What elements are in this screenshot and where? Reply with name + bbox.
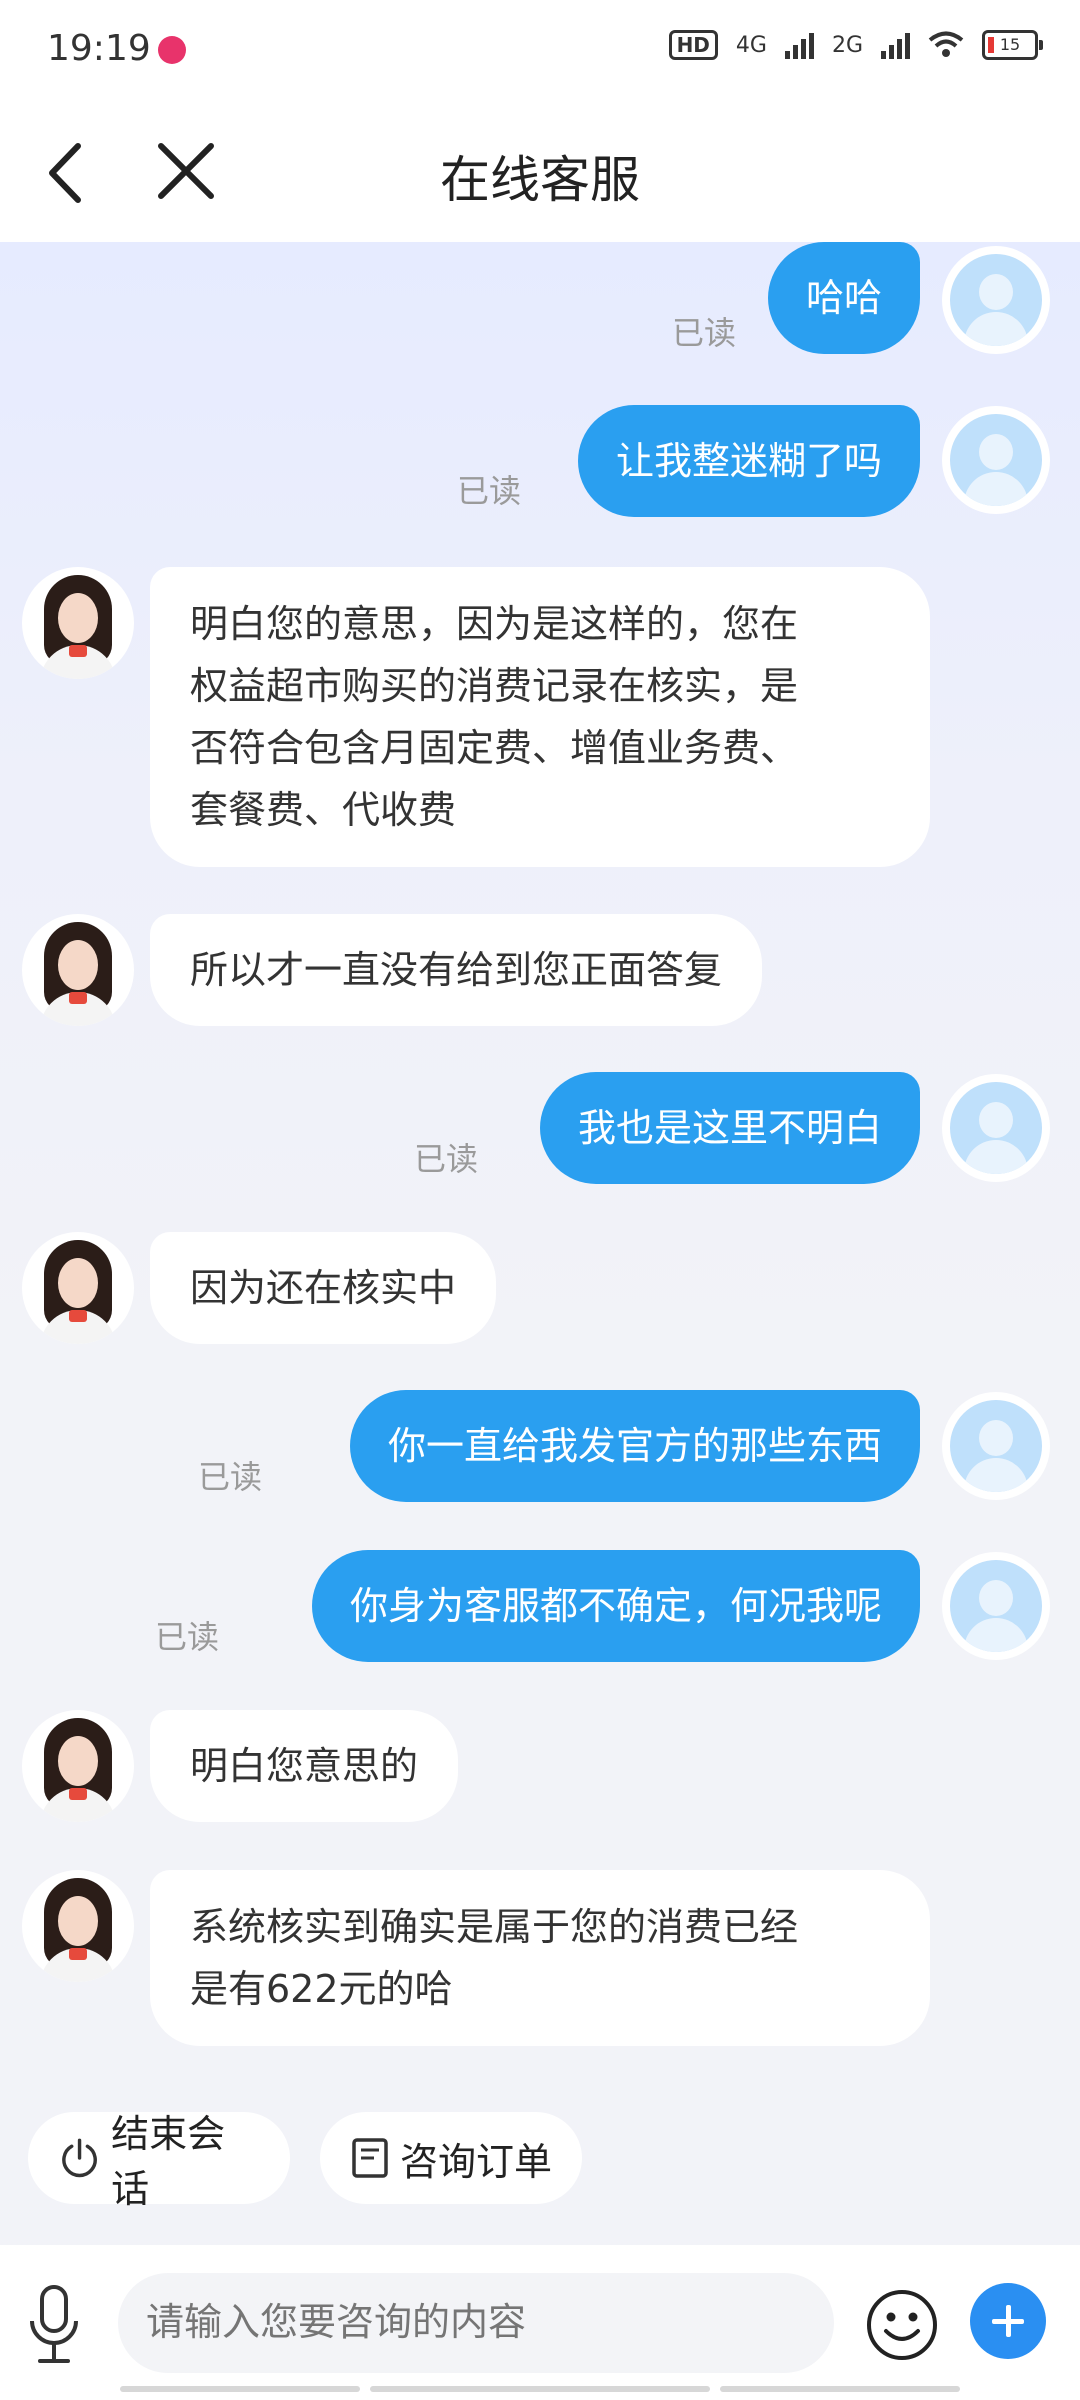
user-avatar[interactable] bbox=[942, 246, 1050, 354]
agent-avatar[interactable] bbox=[22, 1870, 134, 1982]
agent-message-bubble[interactable]: 明白您意思的 bbox=[150, 1710, 459, 1822]
microphone-icon[interactable] bbox=[24, 2283, 84, 2367]
page-title: 在线客服 bbox=[440, 151, 640, 209]
user-message-bubble[interactable]: 让我整迷糊了吗 bbox=[577, 405, 920, 517]
order-inquiry-button[interactable]: 咨询订单 bbox=[320, 2112, 582, 2204]
battery-level: 15 bbox=[999, 35, 1021, 54]
order-inquiry-label: 咨询订单 bbox=[400, 2139, 553, 2184]
user-message-bubble[interactable]: 你一直给我发官方的那些东西 bbox=[349, 1390, 920, 1502]
end-session-label: 结束会话 bbox=[111, 2112, 226, 2211]
user-message-bubble[interactable]: 哈哈 bbox=[767, 242, 920, 354]
end-session-button[interactable]: 结束会话 bbox=[28, 2112, 290, 2211]
network-2g-label: 2G bbox=[831, 32, 863, 58]
wifi-icon bbox=[928, 31, 964, 57]
nav-gesture-bar bbox=[720, 2386, 960, 2392]
user-avatar[interactable] bbox=[942, 1074, 1050, 1182]
message-line: 明白您的意思，因为是这样的，您在 bbox=[190, 602, 799, 646]
signal-4g-icon bbox=[784, 31, 814, 59]
add-icon[interactable] bbox=[970, 2283, 1046, 2359]
agent-message-bubble[interactable]: 明白您的意思，因为是这样的，您在 权益超市购买的消费记录在核实，是 否符合包含月… bbox=[150, 567, 930, 867]
agent-avatar[interactable] bbox=[22, 567, 134, 679]
user-avatar[interactable] bbox=[942, 1552, 1050, 1660]
emoji-icon[interactable] bbox=[864, 2287, 940, 2363]
signal-2g-icon bbox=[881, 31, 910, 59]
agent-avatar[interactable] bbox=[22, 914, 134, 1026]
user-message-bubble[interactable]: 你身为客服都不确定，何况我呢 bbox=[311, 1550, 920, 1662]
network-4g-label: 4G bbox=[735, 32, 767, 58]
agent-avatar[interactable] bbox=[22, 1710, 134, 1822]
user-avatar[interactable] bbox=[942, 1392, 1050, 1500]
status-time: 19:19 bbox=[47, 28, 151, 69]
header-bar: 在线客服 bbox=[0, 100, 1080, 242]
agent-avatar[interactable] bbox=[22, 1232, 134, 1344]
read-status: 已读 bbox=[457, 472, 522, 510]
app-notification-icon bbox=[158, 36, 186, 64]
nav-gesture-bar bbox=[370, 2386, 710, 2392]
status-indicators: HD 4G 2G 15 bbox=[668, 30, 1043, 60]
message-line: 否符合包含月固定费、增值业务费、 bbox=[190, 726, 799, 770]
chat-list[interactable]: 已读 哈哈 已读 让我整迷糊了吗 明白您的意思，因为是这样的，您在 权益超市购买… bbox=[0, 242, 1080, 2092]
message-line: 权益超市购买的消费记录在核实，是 bbox=[190, 664, 799, 708]
user-message-bubble[interactable]: 我也是这里不明白 bbox=[539, 1072, 920, 1184]
read-status: 已读 bbox=[672, 314, 737, 352]
input-bar bbox=[0, 2245, 1080, 2400]
message-line: 套餐费、代收费 bbox=[190, 788, 457, 832]
agent-message-bubble[interactable]: 因为还在核实中 bbox=[150, 1232, 497, 1344]
message-line: 系统核实到确实是属于您的消费已经 bbox=[190, 1905, 799, 1949]
read-status: 已读 bbox=[198, 1458, 263, 1496]
user-avatar[interactable] bbox=[942, 406, 1050, 514]
read-status: 已读 bbox=[414, 1140, 479, 1178]
read-status: 已读 bbox=[155, 1618, 220, 1656]
document-icon bbox=[352, 2138, 388, 2178]
power-icon bbox=[62, 2138, 97, 2178]
agent-message-bubble[interactable]: 系统核实到确实是属于您的消费已经 是有622元的哈 bbox=[150, 1870, 930, 2046]
message-line: 是有622元的哈 bbox=[190, 1967, 453, 2011]
hd-icon: HD bbox=[668, 30, 718, 60]
battery-icon: 15 bbox=[982, 30, 1043, 60]
status-bar: 19:19 HD 4G 2G 15 bbox=[0, 0, 1080, 100]
agent-message-bubble[interactable]: 所以才一直没有给到您正面答复 bbox=[150, 914, 763, 1026]
nav-gesture-bar bbox=[120, 2386, 360, 2392]
message-input[interactable] bbox=[118, 2273, 834, 2373]
